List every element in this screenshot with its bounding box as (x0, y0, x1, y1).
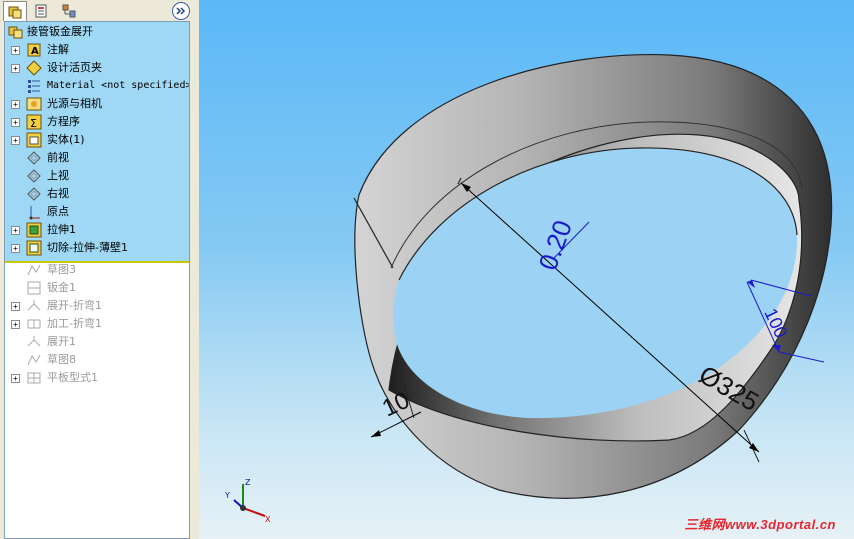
expand-toggle[interactable]: + (11, 244, 20, 253)
reference-triad: Z Y X (224, 478, 271, 524)
tree-item[interactable]: 原点 (5, 203, 189, 221)
tree-item[interactable]: + 设计活页夹 (5, 59, 189, 77)
part-icon (8, 26, 23, 39)
plane-icon (27, 169, 41, 183)
tree-item-label: 拉伸1 (47, 223, 76, 236)
process-bends-icon (27, 319, 41, 329)
svg-text:Σ: Σ (30, 117, 37, 130)
tree-item-label: Material <not specified> (47, 80, 190, 91)
tree-item[interactable]: + A 注解 (5, 41, 189, 59)
tree-item[interactable]: + 实体(1) (5, 131, 189, 149)
sketch-icon (27, 354, 41, 366)
expand-toggle[interactable]: + (11, 64, 20, 73)
feature-tree: 接管钣金展开 + A 注解 + 设计活页夹 Material <not specified… (4, 21, 190, 539)
expand-panel-button[interactable] (172, 2, 190, 20)
tree-item-label: 方程序 (47, 115, 80, 128)
configuration-manager-icon (62, 4, 76, 17)
unfold-icon (27, 336, 41, 347)
tree-item-label: 加工-折弯1 (47, 317, 102, 330)
flat-pattern-icon (27, 372, 41, 384)
tree-root-label: 接管钣金展开 (27, 25, 93, 38)
expand-toggle[interactable]: + (11, 118, 20, 127)
expand-toggle[interactable]: + (11, 320, 20, 329)
property-manager-icon (35, 4, 47, 17)
tree-item[interactable]: 前视 (5, 149, 189, 167)
plane-icon (27, 151, 41, 165)
expand-toggle[interactable]: + (11, 302, 20, 311)
expand-toggle[interactable]: + (11, 136, 20, 145)
solid-bodies-icon (26, 132, 42, 148)
model-view: 0.20 100 Ø325 10 Z Y X (224, 53, 833, 524)
lights-cameras-icon (26, 97, 42, 111)
small-arrow (371, 430, 381, 437)
tree-item[interactable]: + 加工-折弯1 (5, 315, 189, 333)
origin-icon (29, 206, 40, 220)
triad-y-label: Y (224, 491, 230, 500)
tree-item[interactable]: 展开1 (5, 333, 189, 351)
expand-toggle[interactable]: + (11, 100, 20, 109)
tree-item-label: 草图3 (47, 263, 76, 276)
feature-manager-panel: 接管钣金展开 + A 注解 + 设计活页夹 Material <not specified… (0, 0, 199, 539)
sketch-icon (27, 264, 41, 276)
expand-toggle[interactable]: + (11, 374, 20, 383)
cut-extrude-icon (26, 240, 42, 256)
extrude-icon (26, 222, 42, 238)
expand-toggle[interactable]: + (11, 226, 20, 235)
manager-tabs (0, 0, 193, 21)
tree-item[interactable]: + 拉伸1 (5, 221, 189, 239)
tree-item[interactable]: + 展开-折弯1 (5, 297, 189, 315)
tree-item-label: 草图8 (47, 353, 76, 366)
triad-x-label: X (265, 515, 271, 524)
material-icon (28, 80, 40, 93)
tree-item-label: 右视 (47, 187, 69, 200)
tab-feature-manager[interactable] (3, 1, 27, 21)
tree-item-label: 光源与相机 (47, 97, 102, 110)
tree-item[interactable]: + Σ 方程序 (5, 113, 189, 131)
tree-item-label: 实体(1) (47, 133, 85, 146)
plane-icon (27, 187, 41, 201)
tree-item[interactable]: 草图8 (5, 351, 189, 369)
tree-item[interactable]: 钣金1 (5, 279, 189, 297)
svg-text:A: A (31, 46, 39, 57)
sheet-metal-icon (27, 281, 41, 295)
tree-item[interactable]: 上视 (5, 167, 189, 185)
tree-item-label: 平板型式1 (47, 371, 98, 384)
tree-item-label: 展开-折弯1 (47, 299, 102, 312)
tree-item-label: 设计活页夹 (47, 61, 102, 74)
watermark: 三维网www.3dportal.cn (684, 517, 836, 532)
tree-item-label: 原点 (47, 205, 69, 218)
tree-item-label: 展开1 (47, 335, 76, 348)
double-chevron-right-icon (176, 7, 186, 15)
tree-item[interactable]: Material <not specified> (5, 77, 189, 95)
tree-item[interactable]: + 光源与相机 (5, 95, 189, 113)
feature-manager-icon (8, 6, 22, 18)
graphics-viewport[interactable]: 0.20 100 Ø325 10 Z Y X 三维网www.3dportal.c… (199, 0, 854, 539)
tree-item-label: 前视 (47, 151, 69, 164)
design-binder-icon (26, 60, 42, 76)
equations-icon: Σ (26, 114, 42, 130)
triad-z-label: Z (245, 478, 251, 487)
annotation-icon: A (27, 43, 41, 57)
tree-root[interactable]: 接管钣金展开 (5, 23, 189, 41)
tree-item[interactable]: + 切除-拉伸-薄壁1 (5, 239, 189, 257)
tab-configuration-manager[interactable] (58, 1, 80, 20)
tree-item-label: 注解 (47, 43, 69, 56)
tree-item-label: 上视 (47, 169, 69, 182)
tree-item-label: 钣金1 (47, 281, 76, 294)
expand-toggle[interactable]: + (11, 46, 20, 55)
tree-item[interactable]: + 平板型式1 (5, 369, 189, 387)
tab-property-manager[interactable] (30, 1, 52, 20)
tree-item[interactable]: 右视 (5, 185, 189, 203)
tree-item-label: 切除-拉伸-薄壁1 (47, 241, 128, 254)
tree-item[interactable]: 草图3 (5, 261, 189, 279)
unfold-icon (27, 300, 41, 311)
